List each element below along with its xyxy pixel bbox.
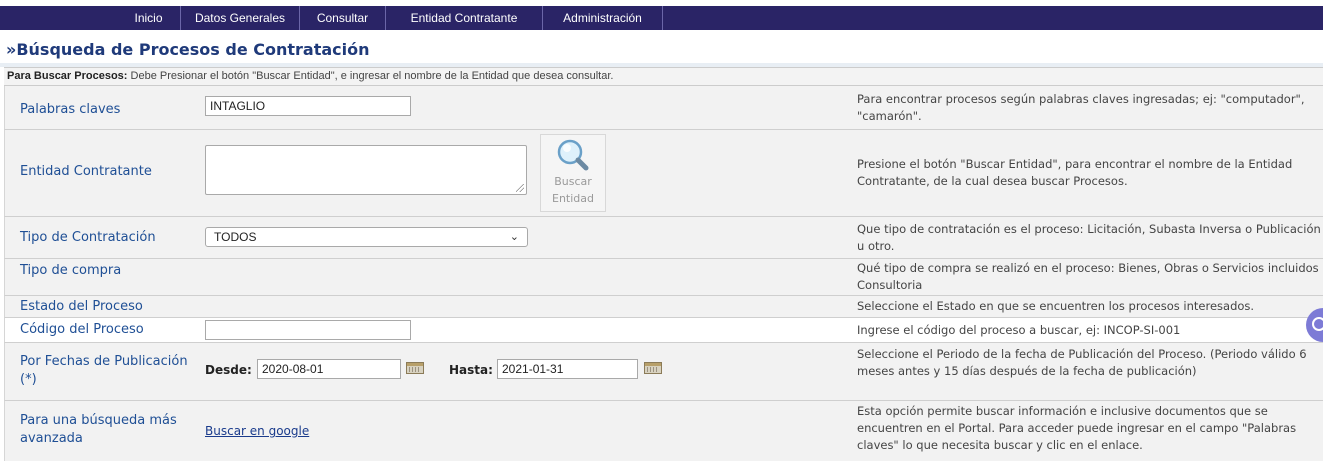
google-search-link[interactable]: Buscar en google — [205, 424, 309, 438]
dates-label-line-2: (*) — [20, 372, 37, 387]
row-purchase-type: Tipo de compra Qué tipo de compra se rea… — [4, 259, 1323, 296]
search-entity-button[interactable]: Buscar Entidad — [540, 134, 606, 212]
to-label: Hasta: — [449, 363, 493, 377]
code-help: Ingrese el código del proceso a buscar, … — [857, 323, 1181, 337]
row-entity: Entidad Contratante Buscar Entidad Presi… — [4, 130, 1323, 217]
nav-datos-generales[interactable]: Datos Generales — [181, 6, 300, 30]
nav-administracion[interactable]: Administración — [543, 6, 663, 30]
advanced-label-line-2: avanzada — [20, 431, 83, 446]
top-area: Inicio Datos Generales Consultar Entidad… — [0, 0, 1323, 30]
code-input[interactable] — [205, 320, 411, 340]
contract-type-value: TODOS — [214, 230, 257, 244]
nav-inicio[interactable]: Inicio — [117, 6, 181, 30]
search-form: Palabras claves Para encontrar procesos … — [4, 86, 1323, 461]
nav-entidad-contratante[interactable]: Entidad Contratante — [386, 6, 543, 30]
contract-type-label: Tipo de Contratación — [20, 230, 156, 245]
entity-help: Presione el botón "Buscar Entidad", para… — [857, 157, 1293, 188]
main-nav: Inicio Datos Generales Consultar Entidad… — [0, 6, 1323, 30]
advanced-label-line-1: Para una búsqueda más — [20, 413, 177, 428]
row-advanced: Para una búsqueda más avanzada Buscar en… — [4, 401, 1323, 461]
purchase-type-help: Qué tipo de compra se realizó en el proc… — [857, 261, 1319, 292]
search-entity-label-1: Buscar — [554, 175, 592, 188]
advanced-help: Esta opción permite buscar información e… — [857, 404, 1297, 452]
dates-label-line-1: Por Fechas de Publicación — [20, 354, 188, 369]
contract-type-select[interactable]: TODOS ⌄ — [205, 227, 528, 247]
calendar-icon[interactable] — [406, 362, 424, 374]
entity-label: Entidad Contratante — [20, 164, 152, 179]
resize-grip-icon[interactable] — [516, 184, 524, 192]
magnifier-icon — [557, 139, 589, 171]
hint-bold: Para Buscar Procesos: — [7, 70, 128, 82]
contract-type-help: Que tipo de contratación es el proceso: … — [857, 222, 1321, 253]
nav-consultar[interactable]: Consultar — [300, 6, 386, 30]
row-keywords: Palabras claves Para encontrar procesos … — [4, 86, 1323, 130]
status-help: Seleccione el Estado en que se encuentre… — [857, 299, 1255, 313]
dates-label: Por Fechas de Publicación (*) — [20, 353, 188, 389]
chevron-down-icon: ⌄ — [509, 231, 519, 243]
entity-textarea[interactable] — [205, 145, 527, 195]
calendar-icon[interactable] — [644, 362, 662, 374]
hint-text: Debe Presionar el botón "Buscar Entidad"… — [127, 70, 614, 82]
from-label: Desde: — [205, 363, 252, 377]
row-status: Estado del Proceso Seleccione el Estado … — [4, 296, 1323, 318]
purchase-type-label: Tipo de compra — [20, 263, 122, 278]
search-hint: Para Buscar Procesos: Debe Presionar el … — [4, 67, 1323, 86]
row-code: Código del Proceso Ingrese el código del… — [4, 318, 1323, 343]
status-label: Estado del Proceso — [20, 299, 143, 314]
search-entity-label-2: Entidad — [552, 192, 594, 205]
page-title: »Búsqueda de Procesos de Contratación — [6, 40, 370, 59]
keywords-help: Para encontrar procesos según palabras c… — [857, 92, 1305, 123]
keywords-label: Palabras claves — [20, 102, 121, 117]
dates-help: Seleccione el Periodo de la fecha de Pub… — [857, 347, 1307, 378]
from-date-input[interactable] — [257, 359, 401, 379]
circle-icon — [1312, 317, 1323, 331]
row-contract-type: Tipo de Contratación TODOS ⌄ Que tipo de… — [4, 217, 1323, 259]
keywords-input[interactable] — [205, 96, 411, 116]
row-dates: Por Fechas de Publicación (*) Desde: Has… — [4, 343, 1323, 401]
code-label: Código del Proceso — [20, 322, 144, 337]
to-date-input[interactable] — [497, 359, 638, 379]
advanced-label: Para una búsqueda más avanzada — [20, 412, 177, 448]
